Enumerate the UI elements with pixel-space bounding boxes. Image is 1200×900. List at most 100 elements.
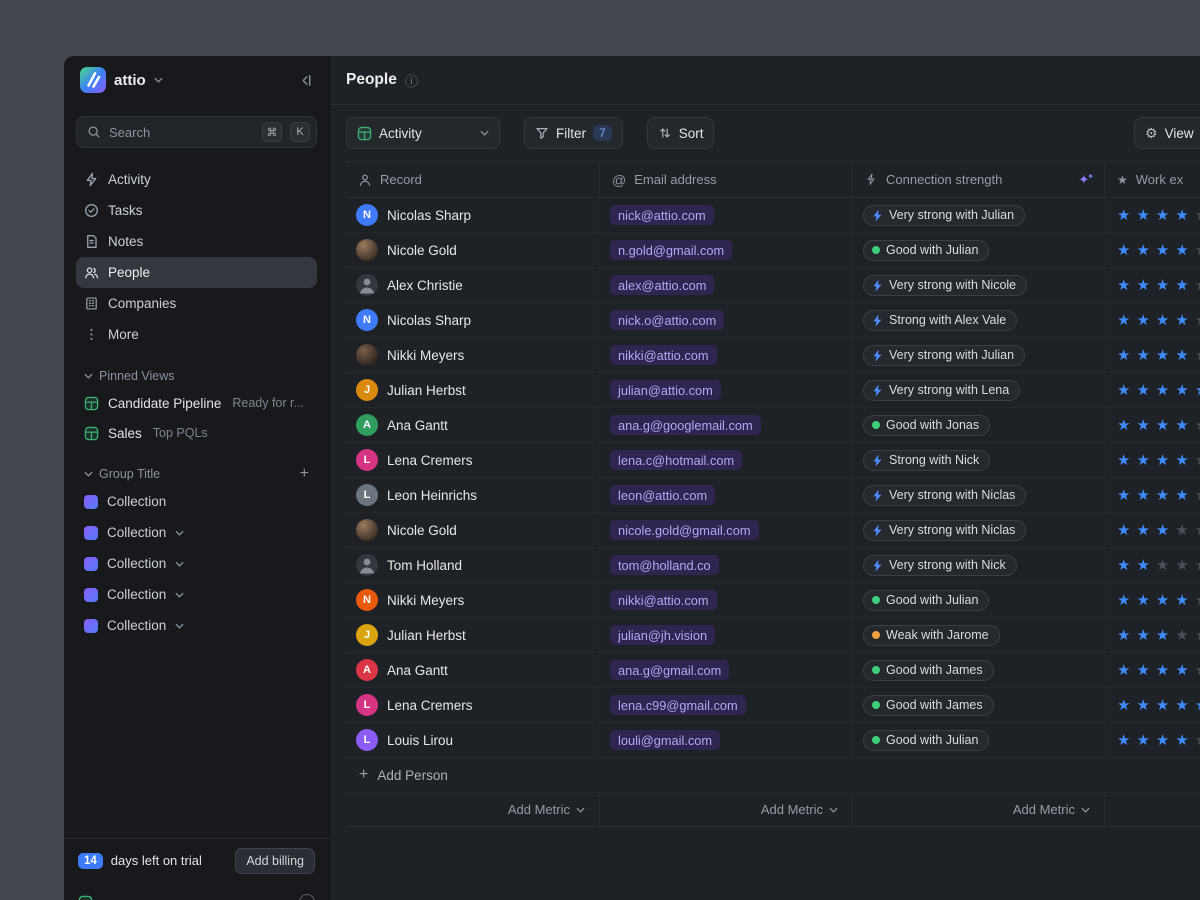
sidebar-item-more[interactable]: More (76, 319, 317, 350)
work-experience-rating[interactable]: ★★★★★ (1105, 723, 1200, 757)
email-badge[interactable]: nikki@attio.com (610, 345, 717, 365)
record-cell[interactable]: NNicolas Sharp (346, 198, 600, 232)
help-icon[interactable] (299, 894, 315, 900)
table-row[interactable]: JJulian Herbst julian@jh.vision Weak with … (346, 618, 1200, 653)
work-experience-rating[interactable]: ★★★★★ (1105, 583, 1200, 617)
collection-item[interactable]: Collection (76, 486, 317, 517)
record-cell[interactable]: AAna Gantt (346, 408, 600, 442)
connection-badge[interactable]: Strong with Alex Vale (863, 310, 1017, 331)
connection-badge[interactable]: Strong with Nick (863, 450, 990, 471)
record-cell[interactable]: Nicole Gold (346, 513, 600, 547)
table-row[interactable]: NNikki Meyersnikki@attio.comGood with Ju… (346, 583, 1200, 618)
table-row[interactable]: Nicole Goldn.gold@gmail.comGood with Jul… (346, 233, 1200, 268)
connection-badge[interactable]: Good with Jonas (863, 415, 990, 436)
record-cell[interactable]: LLouis Lirou (346, 723, 600, 757)
email-badge[interactable]: nick@attio.com (610, 205, 714, 225)
sidebar-item-companies[interactable]: Companies (76, 288, 317, 319)
table-view-icon[interactable] (78, 895, 93, 900)
pinned-view-sales[interactable]: Sales Top PQLs (76, 418, 317, 448)
work-experience-rating[interactable]: ★★★★★ (1105, 373, 1200, 407)
email-badge[interactable]: alex@attio.com (610, 275, 714, 295)
email-badge[interactable]: n.gold@gmail.com (610, 240, 732, 260)
table-row[interactable]: LLeon Heinrichsleon@attio.comVery strong… (346, 478, 1200, 513)
connection-badge[interactable]: Good with James (863, 695, 994, 716)
work-experience-rating[interactable]: ★★★★★ (1105, 618, 1200, 652)
collection-item[interactable]: Collection (76, 548, 317, 579)
work-experience-rating[interactable]: ★★★★★ (1105, 268, 1200, 302)
email-badge[interactable]: ana.g@googlemail.com (610, 415, 761, 435)
add-person-button[interactable]: + Add Person (346, 758, 1200, 793)
table-row[interactable]: JJulian Herbst julian@attio.com Very stron… (346, 373, 1200, 408)
sidebar-item-people[interactable]: People (76, 257, 317, 288)
connection-badge[interactable]: Weak with Jarome (863, 625, 1000, 646)
work-experience-rating[interactable]: ★★★★★ (1105, 338, 1200, 372)
email-badge[interactable]: julian@jh.vision (610, 625, 715, 645)
add-metric-button[interactable]: Add Metric (600, 793, 853, 826)
connection-badge[interactable]: Very strong with Julian (863, 205, 1025, 226)
record-cell[interactable]: Nikki Meyers (346, 338, 600, 372)
connection-badge[interactable]: Very strong with Lena (863, 380, 1020, 401)
table-row[interactable]: Alex Christiealex@attio.comVery strong w… (346, 268, 1200, 303)
record-cell[interactable]: NNicolas Sharp (346, 303, 600, 337)
collection-item[interactable]: Collection (76, 579, 317, 610)
table-row[interactable]: LLena Cremerslena.c@hotmail.comStrong wi… (346, 443, 1200, 478)
work-experience-rating[interactable]: ★★★★★ (1105, 408, 1200, 442)
email-badge[interactable]: louli@gmail.com (610, 730, 720, 750)
work-experience-rating[interactable]: ★★★★★ (1105, 303, 1200, 337)
email-badge[interactable]: tom@holland.co (610, 555, 719, 575)
search-input[interactable]: Search ⌘ K (76, 116, 317, 148)
sidebar-item-notes[interactable]: Notes (76, 226, 317, 257)
work-experience-rating[interactable]: ★★★★★ (1105, 548, 1200, 582)
record-cell[interactable]: Alex Christie (346, 268, 600, 302)
filter-button[interactable]: Filter 7 (524, 117, 623, 149)
workspace-switcher[interactable]: attio (76, 56, 317, 104)
work-experience-rating[interactable]: ★★★★★ (1105, 478, 1200, 512)
connection-badge[interactable]: Very strong with Niclas (863, 485, 1026, 506)
record-cell[interactable]: JJulian Herbst (346, 618, 600, 652)
record-cell[interactable]: Tom Holland (346, 548, 600, 582)
table-row[interactable]: AAna Gantt ana.g@googlemail.com Good with … (346, 408, 1200, 443)
pinned-views-header[interactable]: Pinned Views (76, 364, 317, 388)
record-cell[interactable]: JJulian Herbst (346, 373, 600, 407)
table-row[interactable]: NNicolas Sharp nick@attio.com Very strong … (346, 198, 1200, 233)
email-badge[interactable]: leon@attio.com (610, 485, 715, 505)
sidebar-item-activity[interactable]: Activity (76, 164, 317, 195)
add-metric-button[interactable]: Add Metric (346, 793, 600, 826)
email-badge[interactable]: nick.o@attio.com (610, 310, 724, 330)
email-badge[interactable]: nikki@attio.com (610, 590, 717, 610)
connection-badge[interactable]: Very strong with Nick (863, 555, 1017, 576)
add-collection-icon[interactable]: + (300, 466, 309, 482)
sidebar-item-tasks[interactable]: Tasks (76, 195, 317, 226)
connection-badge[interactable]: Very strong with Niclas (863, 520, 1026, 541)
work-experience-rating[interactable]: ★★★★★ (1105, 653, 1200, 687)
work-experience-rating[interactable]: ★★★★★ (1105, 688, 1200, 722)
table-row[interactable]: AAna Ganttana.g@gmail.comGood with James… (346, 653, 1200, 688)
email-badge[interactable]: julian@attio.com (610, 380, 721, 400)
column-header-connection[interactable]: Connection strength ✦✦ (853, 162, 1105, 197)
work-experience-rating[interactable]: ★★★★★ (1105, 443, 1200, 477)
email-badge[interactable]: lena.c@hotmail.com (610, 450, 742, 470)
email-badge[interactable]: nicole.gold@gmail.com (610, 520, 759, 540)
add-billing-button[interactable]: Add billing (235, 848, 315, 874)
table-row[interactable]: Nikki Meyers nikki@attio.com Very strong w… (346, 338, 1200, 373)
record-cell[interactable]: NNikki Meyers (346, 583, 600, 617)
column-header-email[interactable]: @ Email address (600, 162, 853, 197)
collapse-sidebar-icon[interactable] (298, 73, 313, 88)
pinned-view-candidate-pipeline[interactable]: Candidate Pipeline Ready for r... (76, 388, 317, 418)
table-row[interactable]: LLouis Lirou louli@gmail.com Good with Jul… (346, 723, 1200, 758)
view-settings-button[interactable]: ⚙ View (1134, 117, 1200, 149)
record-cell[interactable]: Nicole Gold (346, 233, 600, 267)
collection-item[interactable]: Collection (76, 517, 317, 548)
table-row[interactable]: NNicolas Sharp nick.o@attio.com Strong wit… (346, 303, 1200, 338)
connection-badge[interactable]: Very strong with Julian (863, 345, 1025, 366)
column-header-record[interactable]: Record (346, 162, 600, 197)
record-cell[interactable]: AAna Gantt (346, 653, 600, 687)
sort-button[interactable]: Sort (647, 117, 715, 149)
work-experience-rating[interactable]: ★★★★★ (1105, 513, 1200, 547)
connection-badge[interactable]: Good with Julian (863, 730, 989, 751)
table-row[interactable]: Nicole Gold nicole.gold@gmail.com Very str… (346, 513, 1200, 548)
record-cell[interactable]: LLena Cremers (346, 688, 600, 722)
table-row[interactable]: LLena Cremerslena.c99@gmail.comGood with… (346, 688, 1200, 723)
column-header-work-experience[interactable]: ★ Work ex (1105, 162, 1200, 197)
info-icon[interactable]: ⓘ (405, 71, 418, 90)
